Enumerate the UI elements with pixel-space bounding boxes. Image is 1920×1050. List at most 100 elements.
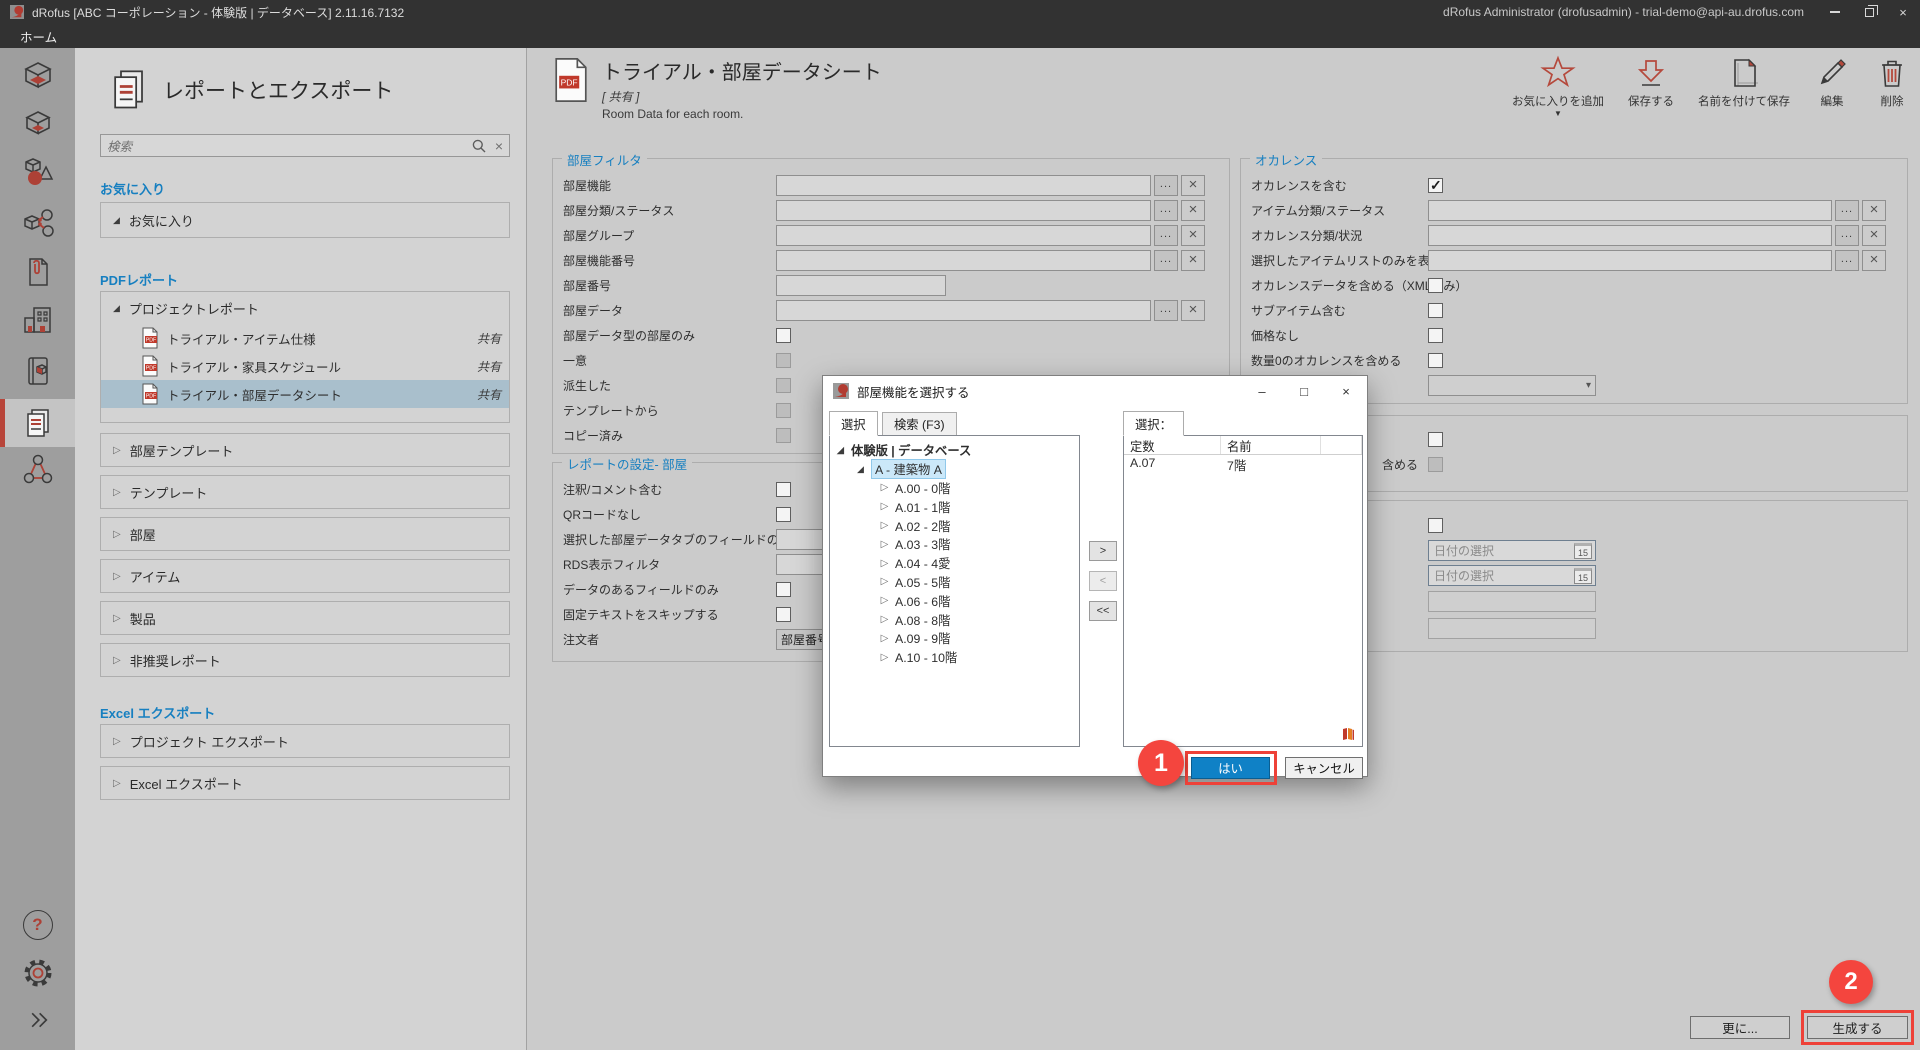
checkbox[interactable]: [1428, 518, 1443, 533]
sidebar-item-reports[interactable]: [0, 399, 75, 447]
checkbox[interactable]: [776, 378, 791, 393]
move-right-button[interactable]: >: [1089, 541, 1117, 561]
calendar-icon[interactable]: 15: [1574, 543, 1592, 559]
combo-box[interactable]: ▾: [1428, 375, 1596, 396]
checkbox[interactable]: [1428, 278, 1443, 293]
minimize-button[interactable]: [1818, 0, 1852, 24]
dialog-minimize-button[interactable]: –: [1241, 376, 1283, 406]
tree-item-floor[interactable]: ▷ A.06 - 6階: [836, 591, 1079, 610]
collapsed-arrow-icon[interactable]: ▷: [880, 501, 889, 512]
add-favorite-button[interactable]: お気に入りを追加 ▼: [1512, 55, 1604, 117]
move-all-left-button[interactable]: <<: [1089, 601, 1117, 621]
text-field[interactable]: [776, 300, 1151, 321]
collapsed-arrow-icon[interactable]: ▷: [880, 633, 889, 644]
lookup-button[interactable]: [1835, 200, 1859, 221]
edit-button[interactable]: 編集: [1814, 55, 1850, 117]
lookup-button[interactable]: [1154, 200, 1178, 221]
checkbox[interactable]: [776, 482, 791, 497]
export-group-collapsed[interactable]: ▷ プロジェクト エクスポート: [100, 724, 510, 758]
save-button[interactable]: 保存する: [1628, 55, 1674, 117]
dialog-close-button[interactable]: ×: [1325, 376, 1367, 406]
sidebar-expand-button[interactable]: [0, 996, 75, 1044]
checkbox[interactable]: [776, 507, 791, 522]
ok-button[interactable]: はい: [1191, 757, 1270, 779]
clear-button[interactable]: [1181, 200, 1205, 221]
collapsed-arrow-icon[interactable]: ▷: [880, 576, 889, 587]
text-field[interactable]: [1428, 591, 1596, 612]
tree-item-floor[interactable]: ▷ A.00 - 0階: [836, 479, 1079, 498]
column-header-code[interactable]: 定数: [1124, 436, 1221, 454]
tree-item-floor[interactable]: ▷ A.02 - 2階: [836, 516, 1079, 535]
sidebar-item-buildings[interactable]: [0, 296, 75, 344]
checkbox[interactable]: [1428, 303, 1443, 318]
collapsed-arrow-icon[interactable]: ▷: [880, 520, 889, 531]
sidebar-item-catalog[interactable]: [0, 347, 75, 395]
report-group-collapsed[interactable]: ▷ 製品: [100, 601, 510, 635]
tree-item-floor[interactable]: ▷ A.04 - 4愛: [836, 554, 1079, 573]
checkbox[interactable]: [776, 428, 791, 443]
date-picker-to[interactable]: 日付の選択 15: [1428, 565, 1596, 586]
date-picker-from[interactable]: 日付の選択 15: [1428, 540, 1596, 561]
clear-button[interactable]: [1181, 300, 1205, 321]
generate-button[interactable]: 生成する: [1807, 1016, 1908, 1039]
clear-button[interactable]: [1862, 225, 1886, 246]
tree-item-floor[interactable]: ▷ A.05 - 5階: [836, 573, 1079, 592]
checkbox[interactable]: [776, 353, 791, 368]
selected-row[interactable]: A.07 7階: [1124, 455, 1362, 474]
sidebar-item-documents[interactable]: [0, 248, 75, 296]
text-field[interactable]: [1428, 250, 1832, 271]
sidebar-item-settings[interactable]: [0, 949, 75, 997]
checkbox[interactable]: [1428, 353, 1443, 368]
collapsed-arrow-icon[interactable]: ▷: [880, 652, 889, 663]
expanded-arrow-icon[interactable]: ◢: [856, 464, 865, 475]
sidebar-item-products[interactable]: [0, 199, 75, 247]
lookup-button[interactable]: [1835, 250, 1859, 271]
tree-item-floor[interactable]: ▷ A.10 - 10階: [836, 648, 1079, 667]
lookup-button[interactable]: [1154, 300, 1178, 321]
more-button[interactable]: 更に...: [1690, 1016, 1790, 1039]
move-left-button[interactable]: <: [1089, 571, 1117, 591]
collapsed-arrow-icon[interactable]: ▷: [880, 482, 889, 493]
tree-item-floor[interactable]: ▷ A.08 - 8階: [836, 610, 1079, 629]
favorites-group-header[interactable]: ◢ お気に入り: [101, 203, 509, 237]
calendar-icon[interactable]: 15: [1574, 568, 1592, 584]
checkbox[interactable]: [1428, 457, 1443, 472]
sidebar-item-items[interactable]: [0, 148, 75, 196]
clear-button[interactable]: [1181, 250, 1205, 271]
report-group-collapsed[interactable]: ▷ 部屋テンプレート: [100, 433, 510, 467]
tree-item-floor[interactable]: ▷ A.09 - 9階: [836, 629, 1079, 648]
report-group-collapsed[interactable]: ▷ アイテム: [100, 559, 510, 593]
text-field[interactable]: [1428, 200, 1832, 221]
sidebar-item-systems[interactable]: [0, 446, 75, 494]
restore-button[interactable]: [1852, 0, 1886, 24]
export-group-collapsed[interactable]: ▷ Excel エクスポート: [100, 766, 510, 800]
text-field[interactable]: [776, 250, 1151, 271]
tree-item-database[interactable]: ◢ 体験版 | データベース: [836, 441, 1079, 460]
collapsed-arrow-icon[interactable]: ▷: [880, 558, 889, 569]
sidebar-item-room-templates[interactable]: [0, 101, 75, 149]
report-tree-item[interactable]: PDF トライアル・家具スケジュール 共有: [101, 352, 509, 380]
checkbox[interactable]: [1428, 328, 1443, 343]
lookup-button[interactable]: [1154, 175, 1178, 196]
lookup-button[interactable]: [1154, 250, 1178, 271]
checkbox[interactable]: [1428, 178, 1443, 193]
cancel-button[interactable]: キャンセル: [1285, 757, 1363, 779]
collapsed-arrow-icon[interactable]: ▷: [880, 614, 889, 625]
checkbox[interactable]: [776, 607, 791, 622]
report-tree-item[interactable]: PDF トライアル・アイテム仕様 共有: [101, 324, 509, 352]
text-field[interactable]: [776, 175, 1151, 196]
sidebar-item-rooms[interactable]: [0, 53, 75, 101]
checkbox[interactable]: [776, 582, 791, 597]
project-reports-group-header[interactable]: ◢ プロジェクトレポート: [101, 292, 509, 324]
text-field[interactable]: [1428, 618, 1596, 639]
column-header-name[interactable]: 名前: [1221, 436, 1321, 454]
clear-button[interactable]: [1181, 175, 1205, 196]
tree-item-building[interactable]: ◢ A - 建築物 A: [836, 460, 1079, 479]
close-button[interactable]: ×: [1886, 0, 1920, 24]
lookup-button[interactable]: [1835, 225, 1859, 246]
clear-button[interactable]: [1181, 225, 1205, 246]
report-group-collapsed[interactable]: ▷ 非推奨レポート: [100, 643, 510, 677]
search-icon[interactable]: [472, 139, 486, 153]
report-group-collapsed[interactable]: ▷ テンプレート: [100, 475, 510, 509]
collapsed-arrow-icon[interactable]: ▷: [880, 595, 889, 606]
